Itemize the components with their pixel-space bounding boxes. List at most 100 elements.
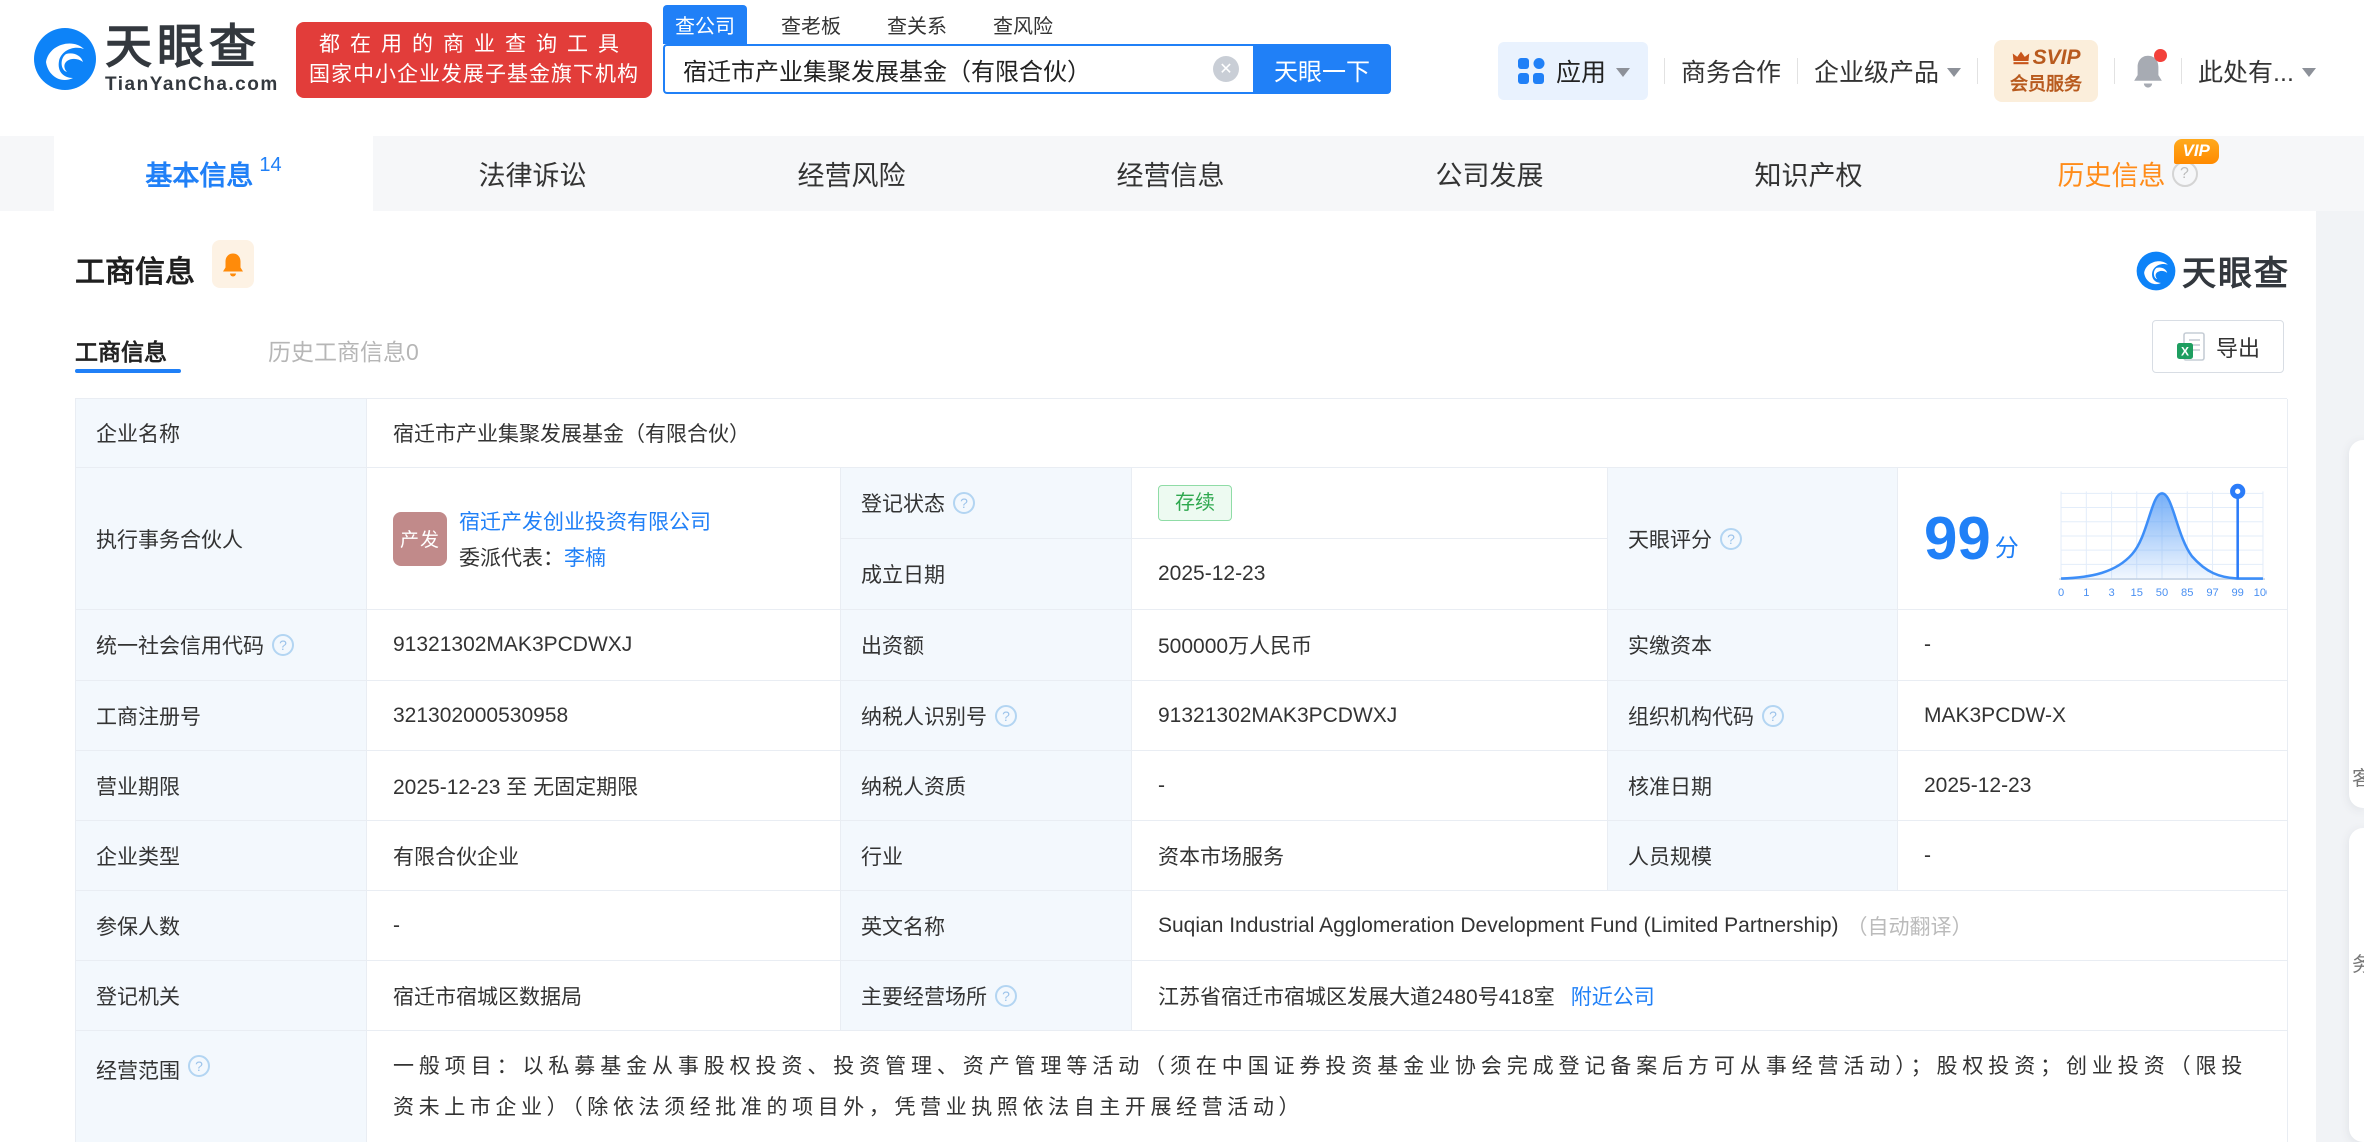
tab-intellectual-property[interactable]: 知识产权 — [1649, 136, 1968, 211]
vip-badge: VIP — [2173, 139, 2219, 164]
score-axis-ticks: 0 1 3 15 50 85 97 99 100 — [2058, 586, 2267, 598]
svg-text:1: 1 — [2083, 586, 2089, 598]
side-widget-card-top[interactable]: 客 — [2349, 440, 2364, 808]
label-paid-capital: 实缴资本 — [1608, 610, 1898, 681]
apps-menu-button[interactable]: 应用 — [1498, 42, 1649, 100]
tab-legal[interactable]: 法律诉讼 — [373, 136, 692, 211]
company-tabbar: 基本信息 14 法律诉讼 经营风险 经营信息 公司发展 知识产权 历史信息 ? … — [0, 136, 2364, 211]
delegate-link[interactable]: 李楠 — [564, 547, 606, 570]
svg-text:0: 0 — [2058, 586, 2064, 598]
clear-icon[interactable]: ✕ — [1213, 56, 1239, 82]
value-capital: 500000万人民币 — [1132, 610, 1608, 681]
subtab-business-info[interactable]: 工商信息 — [75, 333, 167, 367]
value-company-name: 宿迁市产业集聚发展基金（有限合伙） — [367, 399, 2288, 468]
label-taxpayer-id: 纳税人识别号? — [841, 681, 1132, 751]
question-icon[interactable]: ? — [995, 704, 1017, 727]
export-button[interactable]: X 导出 — [2152, 320, 2284, 373]
value-registration-number: 321302000530958 — [367, 681, 841, 751]
partner-company-link[interactable]: 宿迁产发创业投资有限公司 — [459, 506, 711, 536]
label-taxpayer-qualification: 纳税人资质 — [841, 751, 1132, 821]
label-company-name: 企业名称 — [76, 399, 367, 468]
header-nav: 应用 商务合作 企业级产品 SVIP 会员服务 此处有... — [1498, 40, 2316, 102]
nav-cooperation[interactable]: 商务合作 — [1681, 53, 1781, 89]
tab-count-badge: 14 — [259, 154, 282, 176]
apps-grid-icon — [1518, 58, 1545, 84]
divider — [1977, 58, 1979, 84]
svg-text:99: 99 — [2231, 586, 2243, 598]
svg-text:X: X — [2181, 344, 2189, 358]
tab-operating-risk[interactable]: 经营风险 — [692, 136, 1011, 211]
slogan-banner: 都在用的商业查询工具 国家中小企业发展子基金旗下机构 — [296, 22, 652, 98]
label-insured-count: 参保人数 — [76, 891, 367, 961]
subtab-history-business-info[interactable]: 历史工商信息0 — [268, 333, 419, 367]
caret-down-icon — [1947, 68, 1962, 77]
export-label: 导出 — [2215, 335, 2260, 361]
orange-bell-icon — [223, 253, 243, 276]
value-taxpayer-qualification: - — [1132, 751, 1608, 821]
label-tianyan-score: 天眼评分? — [1608, 468, 1898, 610]
value-company-type: 有限合伙企业 — [367, 821, 841, 891]
tab-label: 经营信息 — [1116, 161, 1225, 191]
search-tab-risk[interactable]: 查风险 — [981, 5, 1065, 44]
status-badge: 存续 — [1158, 485, 1232, 521]
divider — [2114, 58, 2116, 84]
search-input[interactable] — [663, 44, 1253, 94]
tab-company-development[interactable]: 公司发展 — [1330, 136, 1649, 211]
svg-text:50: 50 — [2156, 586, 2168, 598]
label-staff-size: 人员规模 — [1608, 821, 1898, 891]
caret-down-icon — [2301, 68, 2316, 77]
search-row: ✕ 天眼一下 — [663, 44, 1391, 94]
question-icon[interactable]: ? — [188, 1055, 210, 1077]
user-menu-label: 此处有... — [2198, 59, 2294, 87]
label-approval-date: 核准日期 — [1608, 751, 1898, 821]
crown-icon — [2012, 51, 2029, 65]
brand-domain: TianYanCha.com — [105, 74, 279, 95]
tianyancha-watermark: 天眼查 — [2136, 246, 2290, 295]
value-tianyan-score: 99 分 0 1 3 15 50 85 97 99 10 — [1898, 468, 2288, 610]
slogan-line2: 国家中小企业发展子基金旗下机构 — [309, 63, 639, 86]
search-tab-boss[interactable]: 查老板 — [769, 5, 853, 44]
search-button[interactable]: 天眼一下 — [1253, 44, 1391, 94]
question-icon[interactable]: ? — [2171, 160, 2198, 187]
partner-avatar[interactable]: 产发 — [393, 511, 447, 566]
nav-enterprise[interactable]: 企业级产品 — [1814, 53, 1962, 89]
question-icon[interactable]: ? — [1762, 704, 1784, 727]
score-value: 99 分 — [1924, 504, 2019, 572]
notification-bell-button[interactable] — [2131, 49, 2168, 89]
search-tab-company[interactable]: 查公司 — [663, 5, 747, 44]
value-english-name: Suqian Industrial Agglomeration Developm… — [1132, 891, 2288, 961]
monitor-bell-button[interactable] — [212, 240, 254, 288]
divider — [1664, 58, 1666, 84]
slogan-line1: 都在用的商业查询工具 — [319, 33, 629, 56]
tab-basic-info[interactable]: 基本信息 14 — [54, 136, 373, 211]
question-icon[interactable]: ? — [1720, 527, 1742, 550]
search-tab-relation[interactable]: 查关系 — [875, 5, 959, 44]
question-icon[interactable]: ? — [953, 492, 975, 514]
nearby-companies-link[interactable]: 附近公司 — [1571, 981, 1655, 1011]
svip-member-button[interactable]: SVIP 会员服务 — [1994, 40, 2099, 102]
user-menu[interactable]: 此处有... — [2198, 53, 2316, 89]
site-logo[interactable]: 天眼查 TianYanCha.com — [33, 22, 279, 96]
label-capital: 出资额 — [841, 610, 1132, 681]
delegate-label: 委派代表： — [459, 546, 564, 570]
label-registration-status: 登记状态? — [841, 468, 1132, 539]
value-established-date: 2025-12-23 — [1132, 539, 1608, 610]
side-widget-card-bottom[interactable]: 务 — [2349, 828, 2364, 1142]
label-business-term: 营业期限 — [76, 751, 367, 821]
svg-text:100: 100 — [2254, 586, 2267, 598]
tab-history-info[interactable]: 历史信息 ? VIP — [1968, 136, 2287, 211]
question-icon[interactable]: ? — [995, 984, 1017, 1007]
svg-text:85: 85 — [2181, 586, 2193, 598]
label-registration-number: 工商注册号 — [76, 681, 367, 751]
svg-text:97: 97 — [2206, 586, 2218, 598]
svip-service-label: 会员服务 — [2010, 74, 2083, 94]
value-taxpayer-id: 91321302MAK3PCDWXJ — [1132, 681, 1608, 751]
label-uscc: 统一社会信用代码? — [76, 610, 367, 681]
score-distribution-chart: 0 1 3 15 50 85 97 99 100 — [2058, 483, 2267, 598]
search-tabs: 查公司 查老板 查关系 查风险 — [663, 5, 1391, 44]
tab-operating-info[interactable]: 经营信息 — [1011, 136, 1330, 211]
label-business-scope: 经营范围? — [76, 1031, 367, 1142]
question-icon[interactable]: ? — [272, 634, 294, 656]
search-area: 查公司 查老板 查关系 查风险 ✕ 天眼一下 — [663, 5, 1391, 94]
tab-label: 历史信息 — [2057, 161, 2166, 191]
